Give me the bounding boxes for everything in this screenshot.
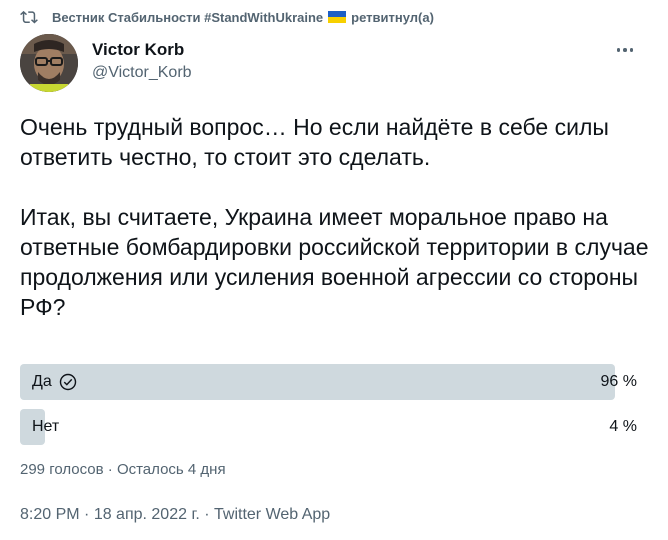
poll-meta: 299 голосов · Осталось 4 дня xyxy=(20,461,226,478)
poll-bar xyxy=(20,364,616,400)
poll-votes: 299 голосов xyxy=(20,461,104,478)
retweeter-name[interactable]: Вестник Стабильности #StandWithUkraine xyxy=(52,10,323,25)
tweet-time[interactable]: 8:20 PM xyxy=(20,506,80,523)
retweet-icon xyxy=(20,10,38,24)
poll: Да 96 % Нет 4 % xyxy=(20,364,640,454)
poll-meta-separator: · xyxy=(103,461,117,478)
tweet-timestamp: 8:20 PM · 18 апр. 2022 г. · Twitter Web … xyxy=(20,506,330,524)
tweet-source[interactable]: Twitter Web App xyxy=(214,506,330,523)
retweet-action-label: ретвитнул(а) xyxy=(351,9,434,25)
poll-option-no: Нет 4 % xyxy=(20,409,640,445)
avatar[interactable] xyxy=(20,34,78,92)
avatar-image xyxy=(20,34,78,92)
poll-option-yes: Да 96 % xyxy=(20,364,640,400)
timestamp-separator: · xyxy=(79,506,94,523)
poll-option-percent: 96 % xyxy=(600,373,637,390)
poll-option-label: Нет xyxy=(32,418,60,435)
tweet-date[interactable]: 18 апр. 2022 г. xyxy=(94,506,200,523)
ukraine-flag-icon xyxy=(328,11,347,23)
more-options-icon[interactable] xyxy=(612,40,638,60)
check-circle-icon xyxy=(59,373,76,391)
timestamp-separator: · xyxy=(199,506,214,523)
poll-option-label: Да xyxy=(32,373,52,390)
poll-remaining: Осталось 4 дня xyxy=(116,461,226,478)
author-handle[interactable]: @Victor_Korb xyxy=(92,64,192,82)
retweet-context: Вестник Стабильности #StandWithUkraine р… xyxy=(20,8,434,26)
tweet-text: Очень трудный вопрос… Но если найдёте в … xyxy=(20,114,649,320)
poll-option-percent: 4 % xyxy=(609,418,637,435)
author-name[interactable]: Victor Korb xyxy=(92,40,184,60)
